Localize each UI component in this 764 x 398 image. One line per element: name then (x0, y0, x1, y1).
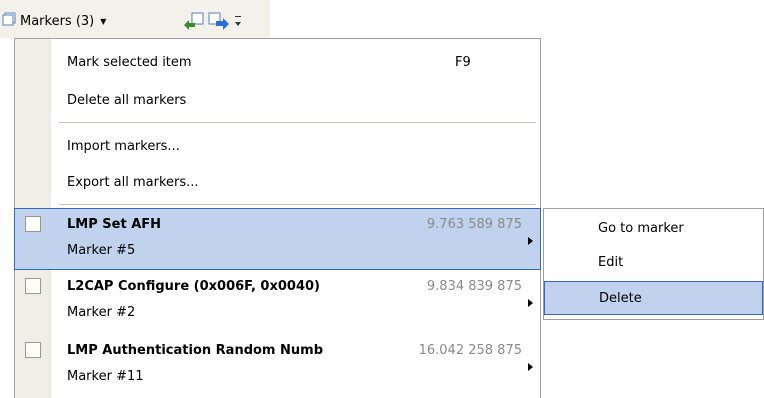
marker-submenu: Go to marker Edit Delete (543, 208, 764, 320)
toolbar: Markers (3) ▼ (0, 0, 270, 38)
go-to-marker-item[interactable]: Go to marker (544, 211, 763, 245)
submenu-arrow-icon (528, 363, 533, 371)
menu-separator (59, 204, 536, 205)
marker-checkbox[interactable] (25, 342, 41, 358)
markers-dropdown-button[interactable]: Markers (3) ▼ (2, 10, 106, 32)
marker-name: LMP Authentication Random Numb (67, 343, 323, 358)
marker-number: Marker #5 (67, 243, 136, 258)
import-markers-item[interactable]: Import markers... (15, 131, 540, 161)
marker-name: L2CAP Configure (0x006F, 0x0040) (67, 279, 320, 294)
previous-marker-button[interactable] (183, 12, 205, 34)
delete-all-markers-item[interactable]: Delete all markers (15, 85, 540, 115)
submenu-arrow-icon (528, 237, 533, 245)
markers-icon (2, 12, 16, 30)
markers-menu: Mark selected item F9 Delete all markers… (14, 38, 541, 398)
dropdown-arrow-icon: ▼ (100, 16, 107, 26)
next-marker-icon (208, 12, 230, 34)
go-to-marker-label: Go to marker (598, 220, 684, 236)
edit-marker-item[interactable]: Edit (544, 245, 763, 279)
marker-time: 16.042 258 875 (418, 343, 522, 358)
mark-selected-shortcut: F9 (455, 54, 471, 70)
markers-label: Markers (3) (20, 13, 95, 29)
export-markers-item[interactable]: Export all markers... (15, 167, 540, 197)
edit-label: Edit (598, 254, 624, 270)
marker-number: Marker #11 (67, 369, 144, 384)
marker-time: 9.763 589 875 (426, 217, 522, 232)
submenu-arrow-icon (528, 299, 533, 307)
mark-selected-label: Mark selected item (67, 54, 192, 70)
marker-time: 9.834 839 875 (426, 279, 522, 294)
marker-checkbox[interactable] (25, 216, 41, 232)
toolbar-overflow-icon (234, 14, 242, 32)
delete-marker-item[interactable]: Delete (544, 281, 763, 315)
marker-checkbox[interactable] (25, 278, 41, 294)
export-label: Export all markers... (67, 174, 199, 190)
delete-label: Delete (599, 290, 642, 306)
marker-item[interactable]: LMP Set AFH 9.763 589 875 Marker #5 (14, 208, 541, 270)
mark-selected-item[interactable]: Mark selected item F9 (15, 47, 540, 77)
marker-item[interactable]: L2CAP Configure (0x006F, 0x0040) 9.834 8… (15, 271, 540, 333)
next-marker-button[interactable] (208, 12, 230, 34)
toolbar-overflow-button[interactable] (234, 14, 242, 32)
previous-marker-icon (183, 12, 205, 34)
delete-all-label: Delete all markers (67, 92, 187, 108)
marker-item[interactable]: LMP Authentication Random Numb 16.042 25… (15, 335, 540, 397)
menu-separator (59, 122, 536, 123)
import-label: Import markers... (67, 138, 180, 154)
marker-name: LMP Set AFH (67, 217, 162, 232)
marker-number: Marker #2 (67, 305, 136, 320)
